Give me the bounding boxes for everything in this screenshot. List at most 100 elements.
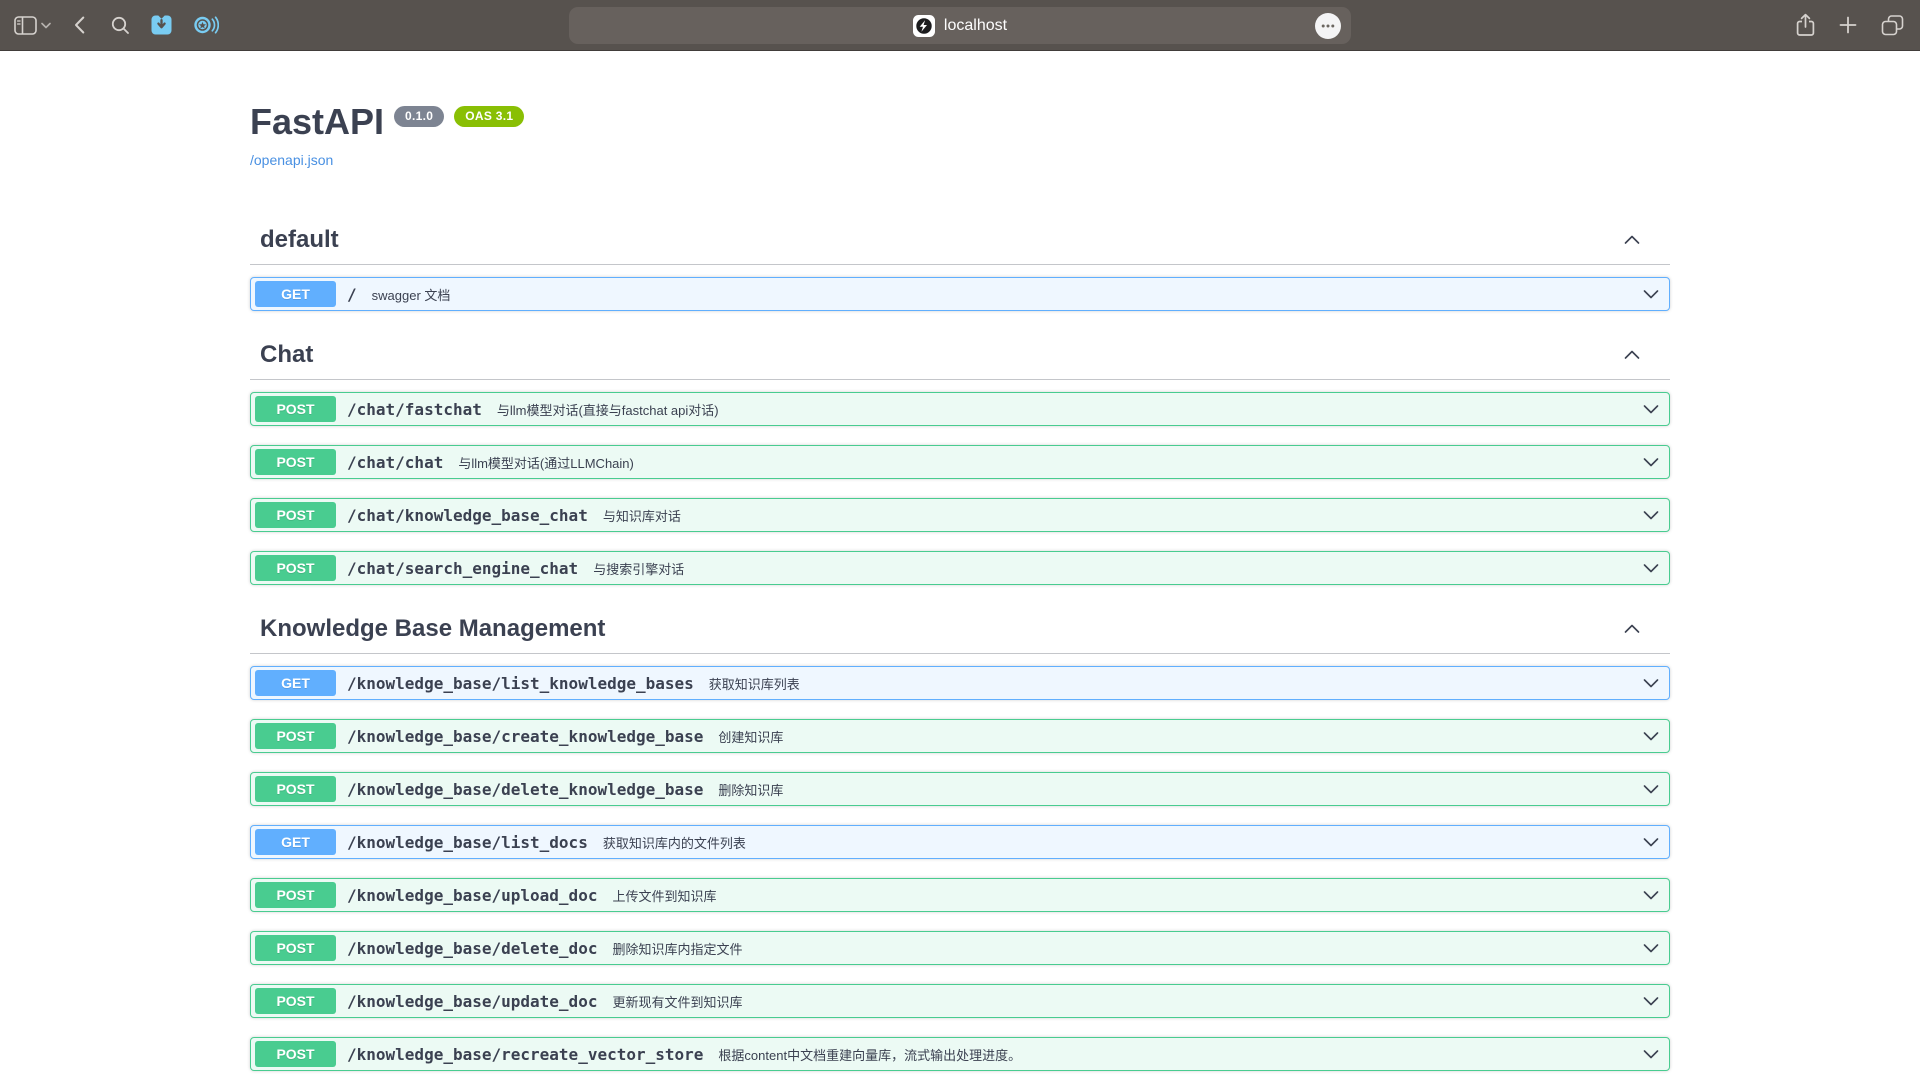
operation-description: 获取知识库列表 (709, 674, 800, 693)
operation-path: /knowledge_base/create_knowledge_base (347, 727, 703, 746)
operation-path: /knowledge_base/delete_doc (347, 939, 597, 958)
operation-path: / (347, 285, 357, 304)
method-badge: GET (255, 670, 336, 696)
tag-header[interactable]: default (250, 215, 1670, 265)
operation-description: 更新现有文件到知识库 (612, 992, 742, 1011)
method-badge: POST (255, 555, 336, 581)
operation-description: 与llm模型对话(直接与fastchat api对话) (497, 400, 719, 419)
operation-path: /chat/fastchat (347, 400, 482, 419)
collapse-section-chevron-up-icon[interactable] (1624, 624, 1640, 633)
opblock-row[interactable]: GET / swagger 文档 (250, 277, 1670, 311)
sidebar-toggle-icon[interactable] (14, 16, 37, 35)
opblock-row[interactable]: POST/knowledge_base/create_knowledge_bas… (250, 719, 1670, 753)
opblock-row[interactable]: POST/knowledge_base/delete_doc 删除知识库内指定文件 (250, 931, 1670, 965)
operation-path: /knowledge_base/upload_doc (347, 886, 597, 905)
expand-operation-chevron-down-icon[interactable] (1643, 290, 1659, 299)
sidebar-chevron-down-icon[interactable] (41, 22, 51, 29)
operation-path: /knowledge_base/list_docs (347, 833, 588, 852)
method-badge: POST (255, 396, 336, 422)
oas-badge: OAS 3.1 (454, 106, 524, 127)
method-badge: POST (255, 502, 336, 528)
api-title-row: FastAPI 0.1.0 OAS 3.1 (250, 100, 1670, 143)
address-bar[interactable]: localhost (569, 7, 1351, 44)
swagger-wrapper: FastAPI 0.1.0 OAS 3.1 /openapi.json defa… (230, 51, 1690, 1071)
api-info-block: FastAPI 0.1.0 OAS 3.1 /openapi.json (250, 51, 1670, 170)
tag-title: Chat (260, 340, 313, 369)
toolbar-left-group (14, 0, 219, 50)
expand-operation-chevron-down-icon[interactable] (1643, 564, 1659, 573)
method-badge: GET (255, 281, 336, 307)
expand-operation-chevron-down-icon[interactable] (1643, 838, 1659, 847)
swagger-page: FastAPI 0.1.0 OAS 3.1 /openapi.json defa… (0, 51, 1920, 1080)
expand-operation-chevron-down-icon[interactable] (1643, 891, 1659, 900)
collapse-section-chevron-up-icon[interactable] (1624, 350, 1640, 359)
expand-operation-chevron-down-icon[interactable] (1643, 679, 1659, 688)
opblock-row[interactable]: GET/knowledge_base/list_knowledge_bases 获… (250, 666, 1670, 700)
version-badge: 0.1.0 (394, 106, 444, 127)
expand-operation-chevron-down-icon[interactable] (1643, 944, 1659, 953)
star-broadcast-extension-icon[interactable] (193, 14, 219, 36)
api-tag-section: Chat POST/chat/fastchat 与llm模型对话(直接与fastc… (250, 330, 1670, 585)
operations-list: GET / swagger 文档 (250, 265, 1670, 311)
tag-title: default (260, 225, 339, 254)
url-text: localhost (944, 18, 1007, 34)
method-badge: POST (255, 449, 336, 475)
operation-description: 删除知识库内指定文件 (612, 939, 742, 958)
operation-path: /chat/chat (347, 453, 443, 472)
operation-description: 根据content中文档重建向量库，流式输出处理进度。 (718, 1045, 1021, 1064)
back-icon[interactable] (74, 16, 85, 34)
operation-description: 创建知识库 (718, 727, 783, 746)
new-tab-plus-icon[interactable] (1839, 16, 1857, 34)
method-badge: GET (255, 829, 336, 855)
method-badge: POST (255, 723, 336, 749)
opblock-row[interactable]: POST/chat/fastchat 与llm模型对话(直接与fastchat a… (250, 392, 1670, 426)
share-icon[interactable] (1796, 13, 1815, 37)
tab-overview-icon[interactable] (1881, 15, 1904, 36)
collapse-section-chevron-up-icon[interactable] (1624, 235, 1640, 244)
expand-operation-chevron-down-icon[interactable] (1643, 732, 1659, 741)
tag-header[interactable]: Chat (250, 330, 1670, 380)
operation-description: swagger 文档 (372, 285, 451, 304)
api-sections: default GET / swagger 文档 Chat POST/chat/fa… (250, 215, 1670, 1071)
operation-path: /knowledge_base/list_knowledge_bases (347, 674, 694, 693)
expand-operation-chevron-down-icon[interactable] (1643, 1050, 1659, 1059)
operation-path: /chat/knowledge_base_chat (347, 506, 588, 525)
method-badge: POST (255, 776, 336, 802)
operation-description: 删除知识库 (718, 780, 783, 799)
operation-description: 与搜索引擎对话 (593, 559, 684, 578)
operation-description: 上传文件到知识库 (612, 886, 716, 905)
operation-path: /chat/search_engine_chat (347, 559, 578, 578)
operation-path: /knowledge_base/recreate_vector_store (347, 1045, 703, 1064)
api-tag-section: default GET / swagger 文档 (250, 215, 1670, 311)
method-badge: POST (255, 935, 336, 961)
openapi-spec-link[interactable]: /openapi.json (250, 152, 333, 169)
expand-operation-chevron-down-icon[interactable] (1643, 997, 1659, 1006)
tag-header[interactable]: Knowledge Base Management (250, 604, 1670, 654)
expand-operation-chevron-down-icon[interactable] (1643, 405, 1659, 414)
expand-operation-chevron-down-icon[interactable] (1643, 458, 1659, 467)
opblock-row[interactable]: POST/knowledge_base/update_doc更新现有文件到知识库 (250, 984, 1670, 1018)
fastapi-favicon-icon (913, 15, 935, 37)
browser-toolbar: localhost (0, 0, 1920, 51)
expand-operation-chevron-down-icon[interactable] (1643, 511, 1659, 520)
opblock-row[interactable]: GET/knowledge_base/list_docs获取知识库内的文件列表 (250, 825, 1670, 859)
opblock-row[interactable]: POST/chat/knowledge_base_chat 与知识库对话 (250, 498, 1670, 532)
operations-list: GET/knowledge_base/list_knowledge_bases 获… (250, 654, 1670, 1071)
opblock-row[interactable]: POST/knowledge_base/recreate_vector_stor… (250, 1037, 1670, 1071)
expand-operation-chevron-down-icon[interactable] (1643, 785, 1659, 794)
opblock-row[interactable]: POST/knowledge_base/upload_doc上传文件到知识库 (250, 878, 1670, 912)
operation-path: /knowledge_base/delete_knowledge_base (347, 780, 703, 799)
api-title: FastAPI (250, 100, 384, 143)
toolbar-right-group (1796, 0, 1904, 50)
opblock-row[interactable]: POST/knowledge_base/delete_knowledge_bas… (250, 772, 1670, 806)
browser-window: localhost (0, 0, 1920, 1080)
bookmark-download-extension-icon[interactable] (150, 14, 173, 36)
search-icon[interactable] (111, 16, 130, 35)
opblock-row[interactable]: POST/chat/chat与llm模型对话(通过LLMChain) (250, 445, 1670, 479)
operation-description: 与知识库对话 (603, 506, 681, 525)
api-tag-section: Knowledge Base Management GET/knowledge_… (250, 604, 1670, 1071)
opblock-row[interactable]: POST/chat/search_engine_chat 与搜索引擎对话 (250, 551, 1670, 585)
page-settings-ellipsis-button[interactable] (1315, 13, 1341, 39)
method-badge: POST (255, 1041, 336, 1067)
operations-list: POST/chat/fastchat 与llm模型对话(直接与fastchat a… (250, 380, 1670, 585)
